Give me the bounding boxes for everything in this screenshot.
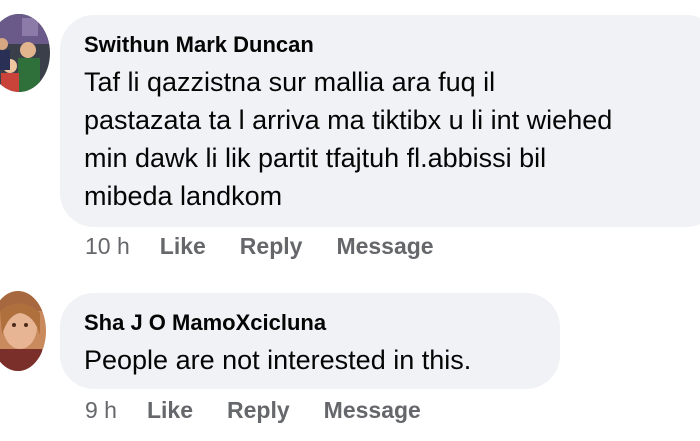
reply-button[interactable]: Reply [240, 233, 303, 260]
like-button[interactable]: Like [147, 397, 193, 424]
comment-timestamp[interactable]: 10 h [85, 233, 130, 260]
comment-actions: 9 h Like Reply Message [85, 397, 455, 424]
comment-bubble: Sha J O MamoXcicluna People are not inte… [60, 293, 560, 389]
profile-photo-icon [0, 291, 46, 371]
comment-timestamp[interactable]: 9 h [85, 397, 117, 424]
comment-bubble: Swithun Mark Duncan Taf li qazzistna sur… [60, 15, 700, 227]
avatar[interactable] [0, 291, 46, 371]
comment-text: People are not interested in this. [84, 345, 472, 375]
like-button[interactable]: Like [160, 233, 206, 260]
message-button[interactable]: Message [324, 397, 421, 424]
comment-actions: 10 h Like Reply Message [85, 233, 468, 260]
profile-photo-icon [0, 14, 50, 92]
comment-text: Taf li qazzistna sur mallia ara fuq il p… [84, 67, 613, 211]
message-button[interactable]: Message [336, 233, 433, 260]
reply-button[interactable]: Reply [227, 397, 290, 424]
comment-author[interactable]: Swithun Mark Duncan [84, 31, 696, 59]
avatar[interactable] [0, 14, 50, 92]
comment-author[interactable]: Sha J O MamoXcicluna [84, 309, 536, 337]
comment-thread: Swithun Mark Duncan Taf li qazzistna sur… [0, 0, 700, 441]
